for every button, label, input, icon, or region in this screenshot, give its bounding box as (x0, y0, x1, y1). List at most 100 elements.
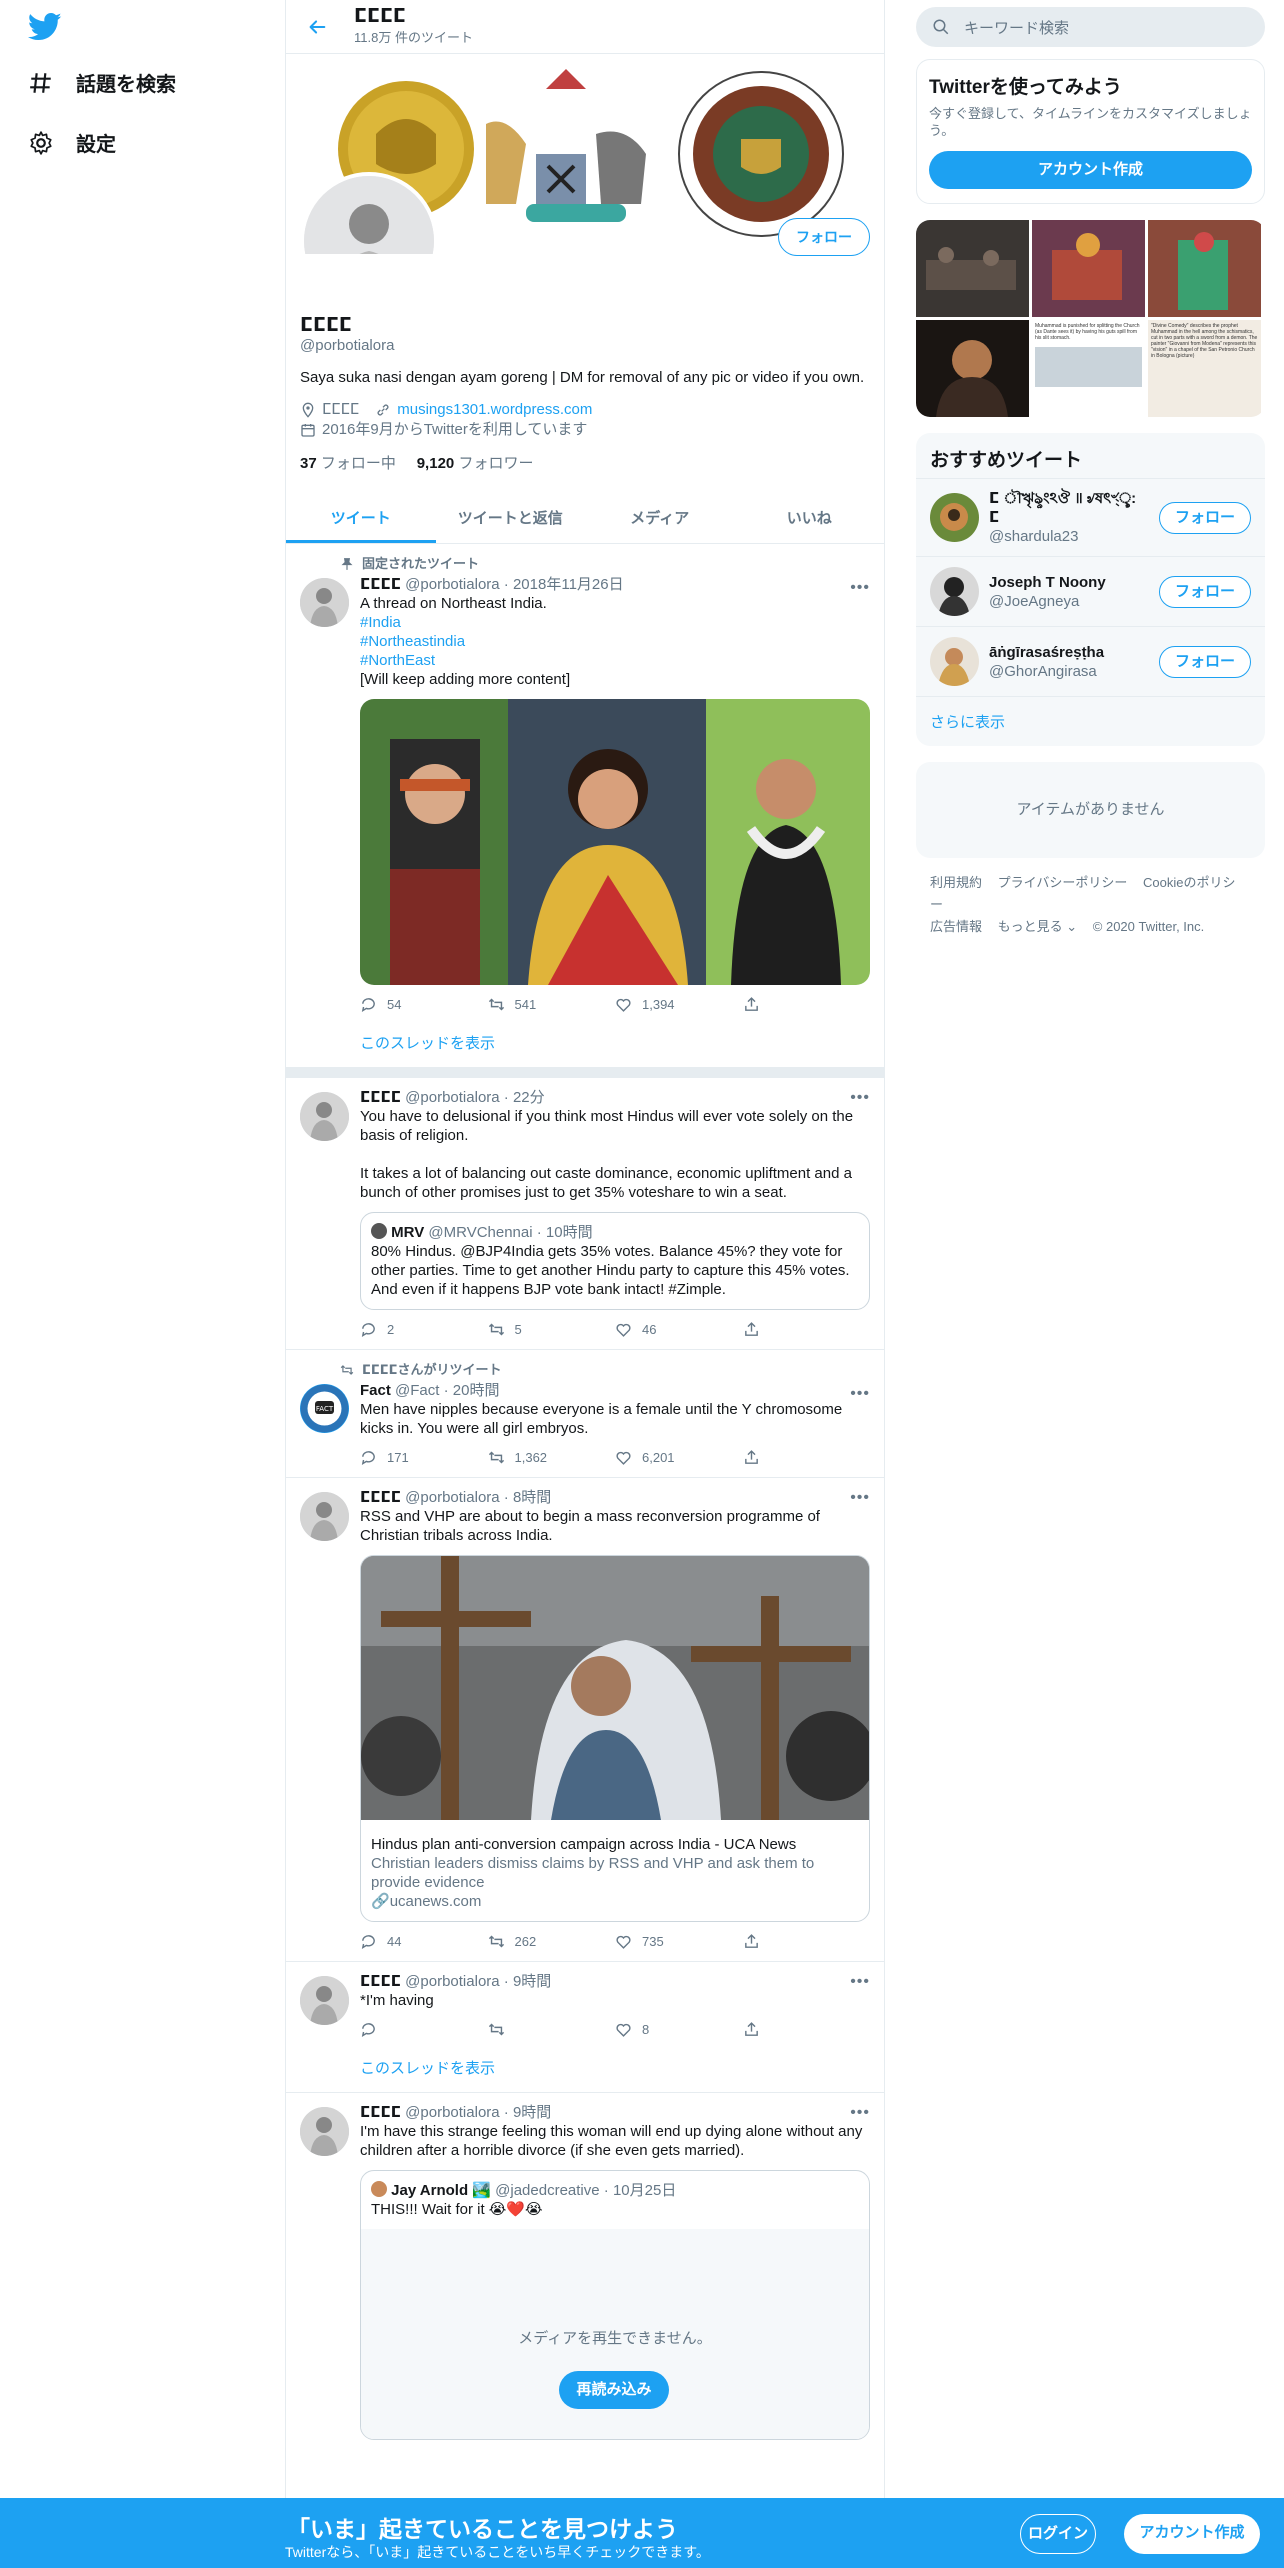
more-options-icon[interactable]: ••• (850, 578, 870, 597)
tweet[interactable]: ⵎⵎⵎⵎさんがリツイート FACT Fact @Fact · 20時間 ••• … (286, 1350, 884, 1478)
media-photo[interactable] (706, 699, 870, 985)
retweet-button[interactable]: 5 (488, 1320, 616, 1339)
reply-button[interactable] (360, 2020, 488, 2039)
more-options-icon[interactable]: ••• (850, 2103, 870, 2122)
more-options-icon[interactable]: ••• (850, 1384, 870, 1403)
hashtag-link[interactable]: #Northeastindia (360, 632, 870, 651)
footer-link-ads[interactable]: 広告情報 (930, 919, 982, 934)
tweet-author-handle[interactable]: @porbotialora (405, 2104, 499, 2121)
reply-button[interactable]: 54 (360, 995, 488, 1014)
tweet-time[interactable]: 2018年11月26日 (513, 576, 624, 593)
tweet[interactable]: ⵎⵎⵎⵎ @porbotialora · 9時間 ••• *I'm having… (286, 1962, 884, 2093)
avatar[interactable] (300, 2107, 349, 2156)
recommended-account[interactable]: Joseph T Noony @JoeAgneya フォロー (916, 556, 1265, 626)
retweet-button[interactable]: 1,362 (488, 1448, 616, 1467)
following-link[interactable]: 37 フォロー中 (300, 455, 396, 472)
like-button[interactable]: 735 (615, 1932, 743, 1951)
footer-link-more[interactable]: もっと見る ⌄ (998, 919, 1078, 934)
media-thumbnail[interactable] (1148, 220, 1261, 317)
hashtag-link[interactable]: #India (360, 613, 870, 632)
avatar[interactable] (300, 1092, 349, 1141)
nav-settings[interactable]: 設定 (28, 128, 116, 157)
reload-button[interactable]: 再読み込み (559, 2371, 669, 2409)
tweet-time[interactable]: 8時間 (513, 1489, 551, 1506)
avatar[interactable] (300, 578, 349, 627)
back-arrow-icon[interactable] (306, 16, 328, 38)
recommended-account[interactable]: āṅgīrasaśreṣṭha @GhorAngirasa フォロー (916, 626, 1265, 696)
follow-button[interactable]: フォロー (1159, 645, 1251, 678)
tab-media[interactable]: メディア (585, 495, 735, 543)
avatar[interactable]: FACT (300, 1384, 349, 1433)
recommended-account[interactable]: ⵎ ৗৠৡংঽঔ ॥ ৶ষৎৼ্ৢ: ⵎ @shardula23 フォロー (916, 478, 1265, 556)
tweet[interactable]: ⵎⵎⵎⵎ @porbotialora · 22分 ••• You have to… (286, 1078, 884, 1350)
tweet-author-name[interactable]: ⵎⵎⵎⵎ (360, 1973, 401, 1990)
like-button[interactable]: 1,394 (615, 995, 743, 1014)
quoted-tweet[interactable]: MRV @MRVChennai · 10時間 80% Hindus. @BJP4… (360, 1212, 870, 1310)
share-button[interactable] (743, 1932, 871, 1951)
media-thumbnail[interactable] (916, 320, 1029, 417)
search-input[interactable]: キーワード検索 (964, 17, 1069, 38)
media-thumbnail[interactable]: Muhammad is punished for splitting the C… (1032, 320, 1145, 417)
tab-likes[interactable]: いいね (735, 495, 885, 543)
retweet-button[interactable]: 541 (488, 995, 616, 1014)
follow-button[interactable]: フォロー (1159, 575, 1251, 608)
tweet-time[interactable]: 22分 (513, 1089, 545, 1106)
tweet-author-name[interactable]: ⵎⵎⵎⵎ (360, 576, 401, 593)
share-button[interactable] (743, 1448, 871, 1467)
media-photo[interactable] (360, 699, 508, 985)
retweet-button[interactable]: 262 (488, 1932, 616, 1951)
retweet-context-label[interactable]: ⵎⵎⵎⵎさんがリツイート (362, 1360, 502, 1379)
footer-link-privacy[interactable]: プライバシーポリシー (998, 875, 1128, 890)
tweet-time[interactable]: 9時間 (513, 1973, 551, 1990)
tweet-author-handle[interactable]: @porbotialora (405, 1973, 499, 1990)
reply-button[interactable]: 171 (360, 1448, 488, 1467)
signup-button[interactable]: アカウント作成 (1124, 2514, 1260, 2554)
share-button[interactable] (743, 2020, 871, 2039)
profile-website-link[interactable]: musings1301.wordpress.com (397, 400, 592, 420)
tweet[interactable]: ⵎⵎⵎⵎ @porbotialora · 9時間 ••• I'm have th… (286, 2093, 884, 2450)
tweet-author-handle[interactable]: @porbotialora (405, 1089, 499, 1106)
tweet-author-handle[interactable]: @porbotialora (405, 1489, 499, 1506)
link-card[interactable]: Hindus plan anti-conversion campaign acr… (360, 1555, 870, 1922)
tab-tweets-replies[interactable]: ツイートと返信 (436, 495, 586, 543)
follow-button[interactable]: フォロー (778, 218, 870, 256)
quoted-tweet[interactable]: Jay Arnold 🏞️ @jadedcreative · 10月25日 TH… (360, 2170, 870, 2440)
media-thumbnail[interactable] (1032, 220, 1145, 317)
tweet-author-handle[interactable]: @porbotialora (405, 576, 499, 593)
hashtag-link[interactable]: #NorthEast (360, 651, 870, 670)
tweet-author-handle[interactable]: @Fact (395, 1382, 439, 1399)
tweet-pinned[interactable]: 固定されたツイート ⵎⵎⵎⵎ @porbotialora · 2018年11月2… (286, 544, 884, 1068)
more-options-icon[interactable]: ••• (850, 1088, 870, 1107)
tweet[interactable]: ⵎⵎⵎⵎ @porbotialora · 8時間 ••• RSS and VHP… (286, 1478, 884, 1962)
tweet-media[interactable] (360, 699, 870, 985)
show-thread-link[interactable]: このスレッドを表示 (360, 1034, 870, 1053)
reply-button[interactable]: 44 (360, 1932, 488, 1951)
media-thumbnail[interactable]: "Divine Comedy" describes the prophet Mu… (1148, 320, 1261, 417)
media-thumbnail[interactable] (916, 220, 1029, 317)
tweet-author-name[interactable]: ⵎⵎⵎⵎ (360, 1489, 401, 1506)
show-thread-link[interactable]: このスレッドを表示 (360, 2059, 870, 2078)
twitter-logo-icon[interactable] (28, 12, 62, 42)
follow-button[interactable]: フォロー (1159, 501, 1251, 534)
reply-button[interactable]: 2 (360, 1320, 488, 1339)
more-options-icon[interactable]: ••• (850, 1972, 870, 1991)
tweet-time[interactable]: 9時間 (513, 2104, 551, 2121)
footer-link-terms[interactable]: 利用規約 (930, 875, 982, 890)
signup-button[interactable]: アカウント作成 (929, 151, 1252, 189)
tweet-author-name[interactable]: ⵎⵎⵎⵎ (360, 2104, 401, 2121)
search-box[interactable]: キーワード検索 (916, 7, 1265, 47)
share-button[interactable] (743, 1320, 871, 1339)
more-options-icon[interactable]: ••• (850, 1488, 870, 1507)
tweet-time[interactable]: 20時間 (453, 1382, 500, 1399)
like-button[interactable]: 46 (615, 1320, 743, 1339)
like-button[interactable]: 8 (615, 2020, 743, 2039)
retweet-button[interactable] (488, 2020, 616, 2039)
followers-link[interactable]: 9,120 フォロワー (417, 455, 534, 472)
tab-tweets[interactable]: ツイート (286, 495, 436, 543)
avatar[interactable] (300, 1492, 349, 1541)
tweet-author-name[interactable]: ⵎⵎⵎⵎ (360, 1089, 401, 1106)
login-button[interactable]: ログイン (1020, 2514, 1096, 2554)
media-photo[interactable] (508, 699, 706, 985)
like-button[interactable]: 6,201 (615, 1448, 743, 1467)
share-button[interactable] (743, 995, 871, 1014)
